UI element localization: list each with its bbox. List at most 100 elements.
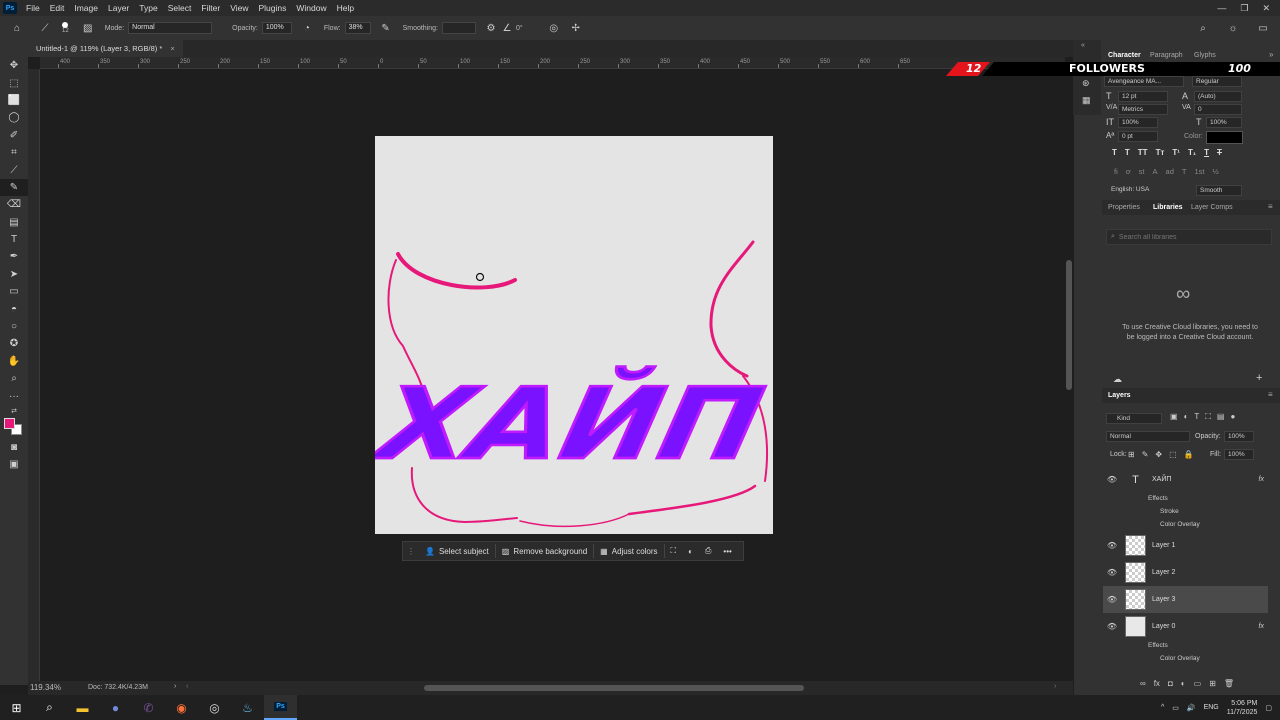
menu-view[interactable]: View [225,3,253,13]
faux-bold-button[interactable]: T [1112,148,1117,157]
strikethrough-button[interactable]: T [1217,148,1222,157]
maximize-icon[interactable]: ❐ [1240,3,1248,14]
faux-italic-button[interactable]: T [1125,148,1130,157]
menu-type[interactable]: Type [134,3,162,13]
camera-icon[interactable]: ⎙ [699,543,717,559]
effect-color-overlay[interactable]: Color Overlay [1160,655,1200,662]
move-tool-icon[interactable]: ✥ [0,57,28,74]
filter-smart-icon[interactable]: ▤ [1217,412,1225,422]
pressure-opacity-icon[interactable]: ◔ [300,21,314,35]
tracking-field[interactable]: 0 [1194,104,1242,115]
adjustment-layer-icon[interactable]: ◐ [1181,679,1186,688]
filter-type-icon[interactable]: T [1194,412,1199,422]
old-style-button[interactable]: ơ [1126,167,1131,176]
hype-text[interactable]: ХАЙП [362,365,774,483]
table-panel-icon[interactable]: ▦ [1082,95,1091,106]
glyph-panel-icon[interactable]: ⊛ [1082,78,1090,89]
smoothing-field[interactable] [442,22,476,34]
effect-color-overlay[interactable]: Color Overlay [1160,521,1200,528]
file-explorer-icon[interactable]: ▬ [66,695,99,720]
layer-row-0[interactable]: 👁 Layer 0 fx [1103,613,1268,640]
drag-handle-icon[interactable]: ⋮ [403,547,419,556]
font-size-field[interactable]: 12 pt [1118,91,1168,102]
new-layer-icon[interactable]: ⊞ [1209,679,1216,688]
lasso-tool-icon[interactable]: ◯ [0,109,28,126]
minimize-icon[interactable]: — [1217,3,1226,14]
group-icon[interactable]: ▭ [1194,679,1202,688]
add-style-icon[interactable]: fx [1154,679,1160,688]
hand-tool-icon[interactable]: ✋ [0,353,28,370]
small-caps-button[interactable]: Tт [1156,148,1165,157]
obs-icon[interactable]: ◎ [198,695,231,720]
lock-artboard-icon[interactable]: ⬚ [1169,450,1177,459]
symmetry-icon[interactable]: ✢ [569,21,583,35]
library-search-input[interactable] [1118,233,1259,241]
menu-filter[interactable]: Filter [196,3,225,13]
marquee-tool-icon[interactable]: ⬜ [0,92,28,109]
filter-pixel-icon[interactable]: ▣ [1170,412,1178,422]
language-dropdown[interactable]: English: USA [1108,185,1180,196]
tab-paragraph[interactable]: Paragraph [1150,52,1183,59]
visibility-eye-icon[interactable]: 👁 [1103,541,1121,550]
scroll-right-icon[interactable]: › [1054,683,1056,690]
document-tab[interactable]: Untitled-1 @ 119% (Layer 3, RGB/8) * × [28,40,183,57]
superscript-button[interactable]: T¹ [1172,148,1180,157]
screen-mode-icon[interactable]: ▣ [0,456,28,473]
layer-name[interactable]: Layer 0 [1152,623,1175,630]
link-layers-icon[interactable]: ∞ [1140,679,1146,688]
menu-edit[interactable]: Edit [45,3,70,13]
brush-settings-icon[interactable]: ▨ [81,21,95,35]
lock-image-icon[interactable]: ✎ [1142,450,1149,459]
text-color-swatch[interactable] [1206,131,1243,144]
menu-image[interactable]: Image [69,3,103,13]
foreground-color-swatch[interactable] [4,417,15,429]
ordinals-button[interactable]: 1st [1194,167,1204,176]
lock-all-icon[interactable]: 🔒 [1184,450,1194,459]
keyboard-language[interactable]: ENG [1204,704,1219,711]
horizontal-scrollbar[interactable] [424,685,804,691]
antialias-dropdown[interactable]: Smooth [1196,185,1242,196]
fill-field[interactable]: 100% [1224,449,1254,460]
more-options-icon[interactable]: ••• [717,543,737,559]
layer-name[interactable]: ХАЙП [1152,476,1171,483]
layer-name[interactable]: Layer 2 [1152,569,1175,576]
discord-icon[interactable]: ● [99,695,132,720]
layer-row-text[interactable]: 👁 T ХАЙП fx [1103,466,1268,493]
filter-adjustment-icon[interactable]: ◐ [1184,412,1189,422]
layers-menu-icon[interactable]: ≡ [1268,390,1273,399]
cloud-sync-icon[interactable]: ☁ [1113,374,1122,385]
photoshop-taskbar-icon[interactable]: Ps [264,695,297,720]
brush-tool-icon[interactable]: ✎ [0,178,28,197]
horizontal-scale-field[interactable]: 100% [1206,117,1242,128]
layer-filter-kind[interactable]: Kind [1106,413,1162,424]
filter-shape-icon[interactable]: ⛶ [1205,412,1211,422]
close-icon[interactable]: ✕ [1262,3,1270,14]
scroll-left-icon[interactable]: ‹ [186,683,188,690]
fx-icon[interactable]: fx [1259,476,1264,483]
layer-name[interactable]: Layer 3 [1152,596,1175,603]
color-swatches[interactable] [0,417,28,439]
windows-start-icon[interactable]: ⊞ [0,695,33,720]
angle-icon[interactable]: ∠ [500,21,514,35]
effect-stroke[interactable]: Stroke [1160,508,1179,515]
panel-expand-icon[interactable]: » [1269,50,1273,59]
tab-properties[interactable]: Properties [1108,204,1140,211]
select-subject-button[interactable]: 👤 Select subject [419,543,495,559]
fractions-button[interactable]: ½ [1212,167,1218,176]
type-tool-icon[interactable]: T [0,231,28,248]
clock[interactable]: 5:06 PM 11/7/2025 [1227,699,1258,717]
brush-size-picker[interactable]: 12 [62,22,69,34]
tab-layers[interactable]: Layers [1108,392,1131,399]
quick-select-tool-icon[interactable]: ✐ [0,127,28,144]
add-library-icon[interactable]: + [1256,372,1262,384]
document-canvas[interactable]: ХАЙП [362,136,774,534]
blend-mode-dropdown[interactable]: Normal [1106,431,1190,442]
brush-tool-preset-icon[interactable]: ⟋ [38,21,52,35]
layer-row-1[interactable]: 👁 Layer 1 [1103,532,1268,559]
menu-file[interactable]: File [21,3,45,13]
visibility-eye-icon[interactable]: 👁 [1103,595,1121,604]
search-icon[interactable]: ⌕ [1196,21,1210,35]
volume-icon[interactable]: 🔊 [1187,704,1196,712]
swash-button[interactable]: A [1153,167,1158,176]
path-select-tool-icon[interactable]: ➤ [0,266,28,283]
